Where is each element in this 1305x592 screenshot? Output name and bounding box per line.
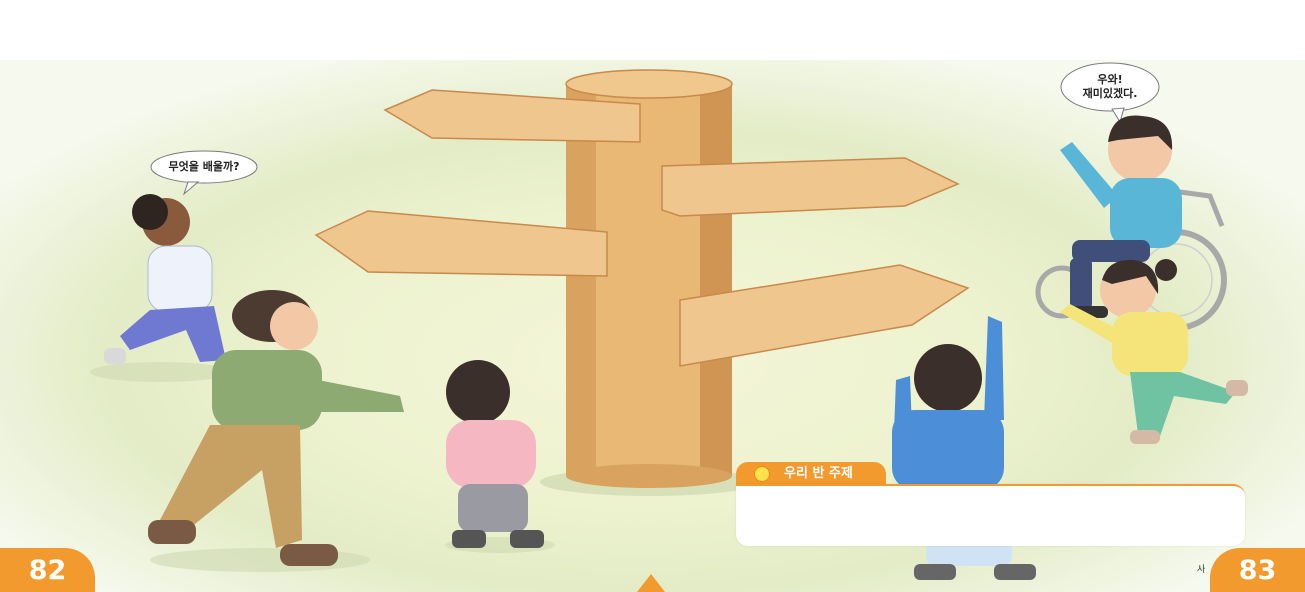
bubble-right-line-1: 우와! [1097,73,1123,86]
class-theme-box: 우리 반 주제 [736,462,1245,546]
center-fold-marker [637,574,665,592]
smiley-icon [754,466,770,482]
class-theme-tab: 우리 반 주제 [736,462,886,486]
arrow-sign-upper-right [661,157,960,217]
class-theme-title: 우리 반 주제 [784,466,853,481]
speech-bubble-left-text: 무엇을 배울까? [152,160,256,174]
child-running-left [104,194,242,368]
speech-bubble-right-text: 우와! 재미있겠다. [1062,73,1158,101]
bubble-left-line: 무엇을 배울까? [168,160,240,173]
bubble-right-line-2: 재미있겠다. [1082,87,1138,100]
footer-subject-label: 사 [1197,565,1206,575]
page-number-left: 82 [0,548,95,592]
teacher-green-cardigan [148,290,404,566]
class-theme-writing-area[interactable] [736,484,1245,546]
child-pink-hoodie [446,360,544,548]
page-number-right: 83 [1210,548,1305,592]
textbook-spread: 무엇을 배울까? 우와! 재미있겠다. 우리 반 주제 82 83 사 [0,0,1305,592]
arrow-sign-middle-left [314,210,608,277]
